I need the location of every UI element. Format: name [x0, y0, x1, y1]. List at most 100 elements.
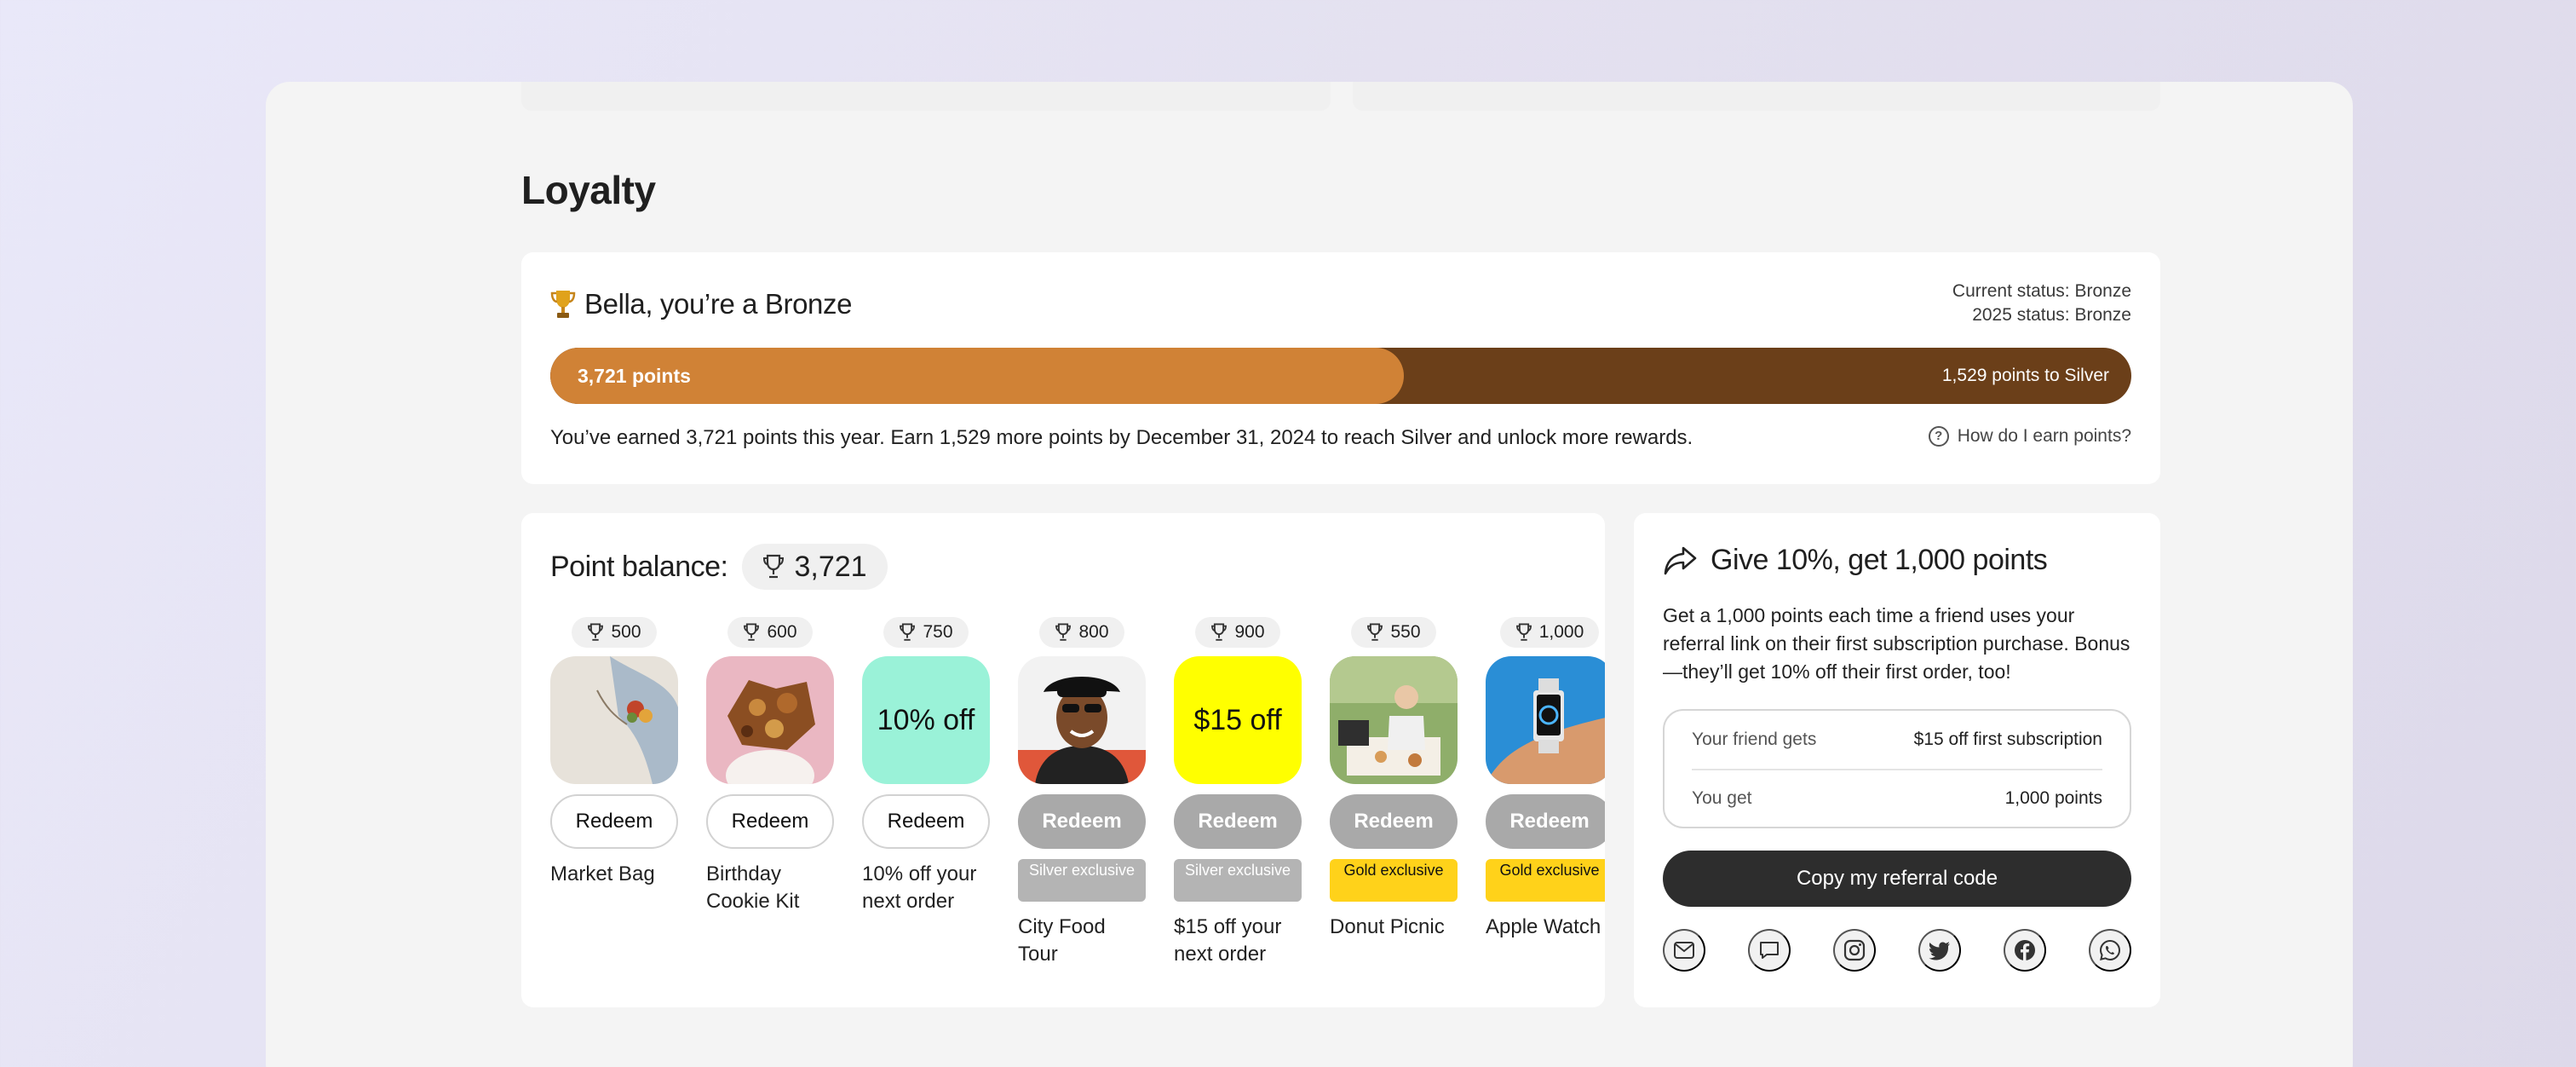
redeem-button[interactable]: Redeem [706, 794, 834, 849]
share-sms-button[interactable] [1748, 929, 1791, 972]
reward-item: 800 Redeem Silver exclusive City Food Tour [1018, 617, 1146, 968]
share-whatsapp-button[interactable] [2089, 929, 2131, 972]
share-twitter-button[interactable] [1918, 929, 1961, 972]
reward-name: Birthday Cookie Kit [706, 862, 800, 913]
instagram-icon [1843, 939, 1866, 961]
mail-icon [1674, 942, 1694, 959]
reward-image-text: $15 off [1193, 703, 1282, 736]
benefit-row-you: You get 1,000 points [1692, 769, 2102, 827]
greeting-text: Bella, you’re a Bronze [584, 288, 853, 320]
reward-item: 750 10% off Redeem 10% off your next order [862, 617, 990, 968]
trophy-outline-icon [588, 623, 604, 641]
balance-value: 3,721 [794, 550, 867, 583]
balance-heading: Point balance: 3,721 [550, 544, 888, 590]
top-shadow-left [521, 82, 1331, 111]
redeem-button[interactable]: Redeem [1330, 794, 1458, 849]
reward-cost: 750 [883, 617, 969, 648]
redeem-button[interactable]: Redeem [1174, 794, 1302, 849]
reward-cost-value: 550 [1390, 622, 1421, 642]
progress-remaining: 1,529 points to Silver [1941, 366, 2109, 385]
referral-heading: Give 10%, get 1,000 points [1663, 544, 2048, 577]
reward-cost-value: 900 [1234, 622, 1265, 642]
share-facebook-button[interactable] [2004, 929, 2046, 972]
facebook-icon [2015, 940, 2035, 960]
share-instagram-button[interactable] [1833, 929, 1876, 972]
redeem-button[interactable]: Redeem [862, 794, 990, 849]
share-email-button[interactable] [1663, 929, 1705, 972]
reward-cost: 900 [1195, 617, 1280, 648]
rewards-carousel[interactable]: 500 Redeem Market Bag 600 Redeem Birthday Coo… [550, 617, 1605, 968]
reward-name: Market Bag [550, 862, 655, 885]
point-balance-card: Point balance: 3,721 500 Redeem Market Bag… [521, 513, 1605, 1007]
progress-points: 3,721 points [578, 365, 691, 387]
trophy-outline-icon [1055, 623, 1072, 641]
reward-image [1330, 656, 1458, 784]
referral-description: Get a 1,000 points each time a friend us… [1663, 604, 2130, 683]
reward-image [1018, 656, 1146, 784]
reward-image [706, 656, 834, 784]
reward-image: 10% off [862, 656, 990, 784]
copy-referral-code-button[interactable]: Copy my referral code [1663, 851, 2131, 907]
reward-name: 10% off your next order [862, 862, 977, 913]
reward-cost: 600 [727, 617, 813, 648]
next-year-status: 2025 status: Bronze [1972, 305, 2131, 325]
reward-cost-value: 1,000 [1538, 622, 1584, 642]
share-arrow-icon [1664, 546, 1697, 574]
trophy-outline-icon [1367, 623, 1383, 641]
reward-cost: 800 [1039, 617, 1124, 648]
trophy-outline-icon [1515, 623, 1532, 641]
status-summary: Current status: Bronze 2025 status: Bron… [1952, 280, 2131, 327]
points-progress-bar: 3,721 points 1,529 points to Silver [550, 348, 2131, 404]
reward-image-text: 10% off [877, 703, 975, 736]
reward-cost-value: 600 [767, 622, 797, 642]
reward-item: 550 Redeem Gold exclusive Donut Picnic [1330, 617, 1458, 968]
exclusive-badge: Gold exclusive [1486, 859, 1605, 902]
trophy-outline-icon [762, 554, 784, 579]
balance-pill: 3,721 [741, 544, 888, 590]
trophy-outline-icon [1211, 623, 1228, 641]
benefit-value: $15 off first subscription [1913, 730, 2102, 749]
how-to-earn-link[interactable]: ? How do I earn points? [1928, 426, 2131, 447]
reward-name: Apple Watch [1486, 915, 1601, 938]
chat-icon [1760, 942, 1779, 959]
how-to-earn-label: How do I earn points? [1957, 426, 2131, 446]
reward-item: 600 Redeem Birthday Cookie Kit [706, 617, 834, 968]
reward-item: 500 Redeem Market Bag [550, 617, 678, 968]
reward-name: City Food Tour [1018, 915, 1106, 966]
twitter-icon [1929, 942, 1950, 960]
top-shadow-right [1353, 82, 2160, 111]
benefit-value: 1,000 points [2004, 788, 2102, 808]
reward-cost: 1,000 [1499, 617, 1600, 648]
current-status: Current status: Bronze [1952, 281, 2131, 301]
reward-item: 900 $15 off Redeem Silver exclusive $15 off … [1174, 617, 1302, 968]
trophy-icon [550, 291, 576, 318]
referral-benefits: Your friend gets $15 off first subscript… [1663, 709, 2131, 828]
redeem-button[interactable]: Redeem [550, 794, 678, 849]
reward-cost-value: 800 [1078, 622, 1109, 642]
reward-image [550, 656, 678, 784]
redeem-button[interactable]: Redeem [1486, 794, 1605, 849]
share-buttons [1663, 929, 2131, 972]
reward-image [1486, 656, 1605, 784]
balance-label: Point balance: [550, 550, 728, 583]
reward-name: Donut Picnic [1330, 915, 1445, 938]
exclusive-badge: Gold exclusive [1330, 859, 1458, 902]
status-card: Bella, you’re a Bronze Current status: B… [521, 252, 2160, 484]
earn-description: You’ve earned 3,721 points this year. Ea… [550, 426, 1693, 449]
benefit-row-friend: Your friend gets $15 off first subscript… [1692, 711, 2102, 769]
benefit-label: Your friend gets [1692, 730, 1817, 749]
exclusive-badge: Silver exclusive [1174, 859, 1302, 902]
status-greeting: Bella, you’re a Bronze [550, 288, 852, 320]
app-window: Loyalty Bella, you’re a Bronze Current s… [266, 82, 2353, 1067]
reward-item: 1,000 Redeem Gold exclusive Apple Watch [1486, 617, 1605, 968]
reward-cost-value: 750 [923, 622, 953, 642]
trophy-outline-icon [744, 623, 760, 641]
whatsapp-icon [2099, 939, 2121, 961]
benefit-label: You get [1692, 788, 1752, 808]
trophy-outline-icon [900, 623, 916, 641]
redeem-button[interactable]: Redeem [1018, 794, 1146, 849]
reward-cost: 500 [572, 617, 657, 648]
page-title: Loyalty [521, 168, 656, 212]
reward-name: $15 off your next order [1174, 915, 1282, 966]
reward-cost: 550 [1351, 617, 1436, 648]
